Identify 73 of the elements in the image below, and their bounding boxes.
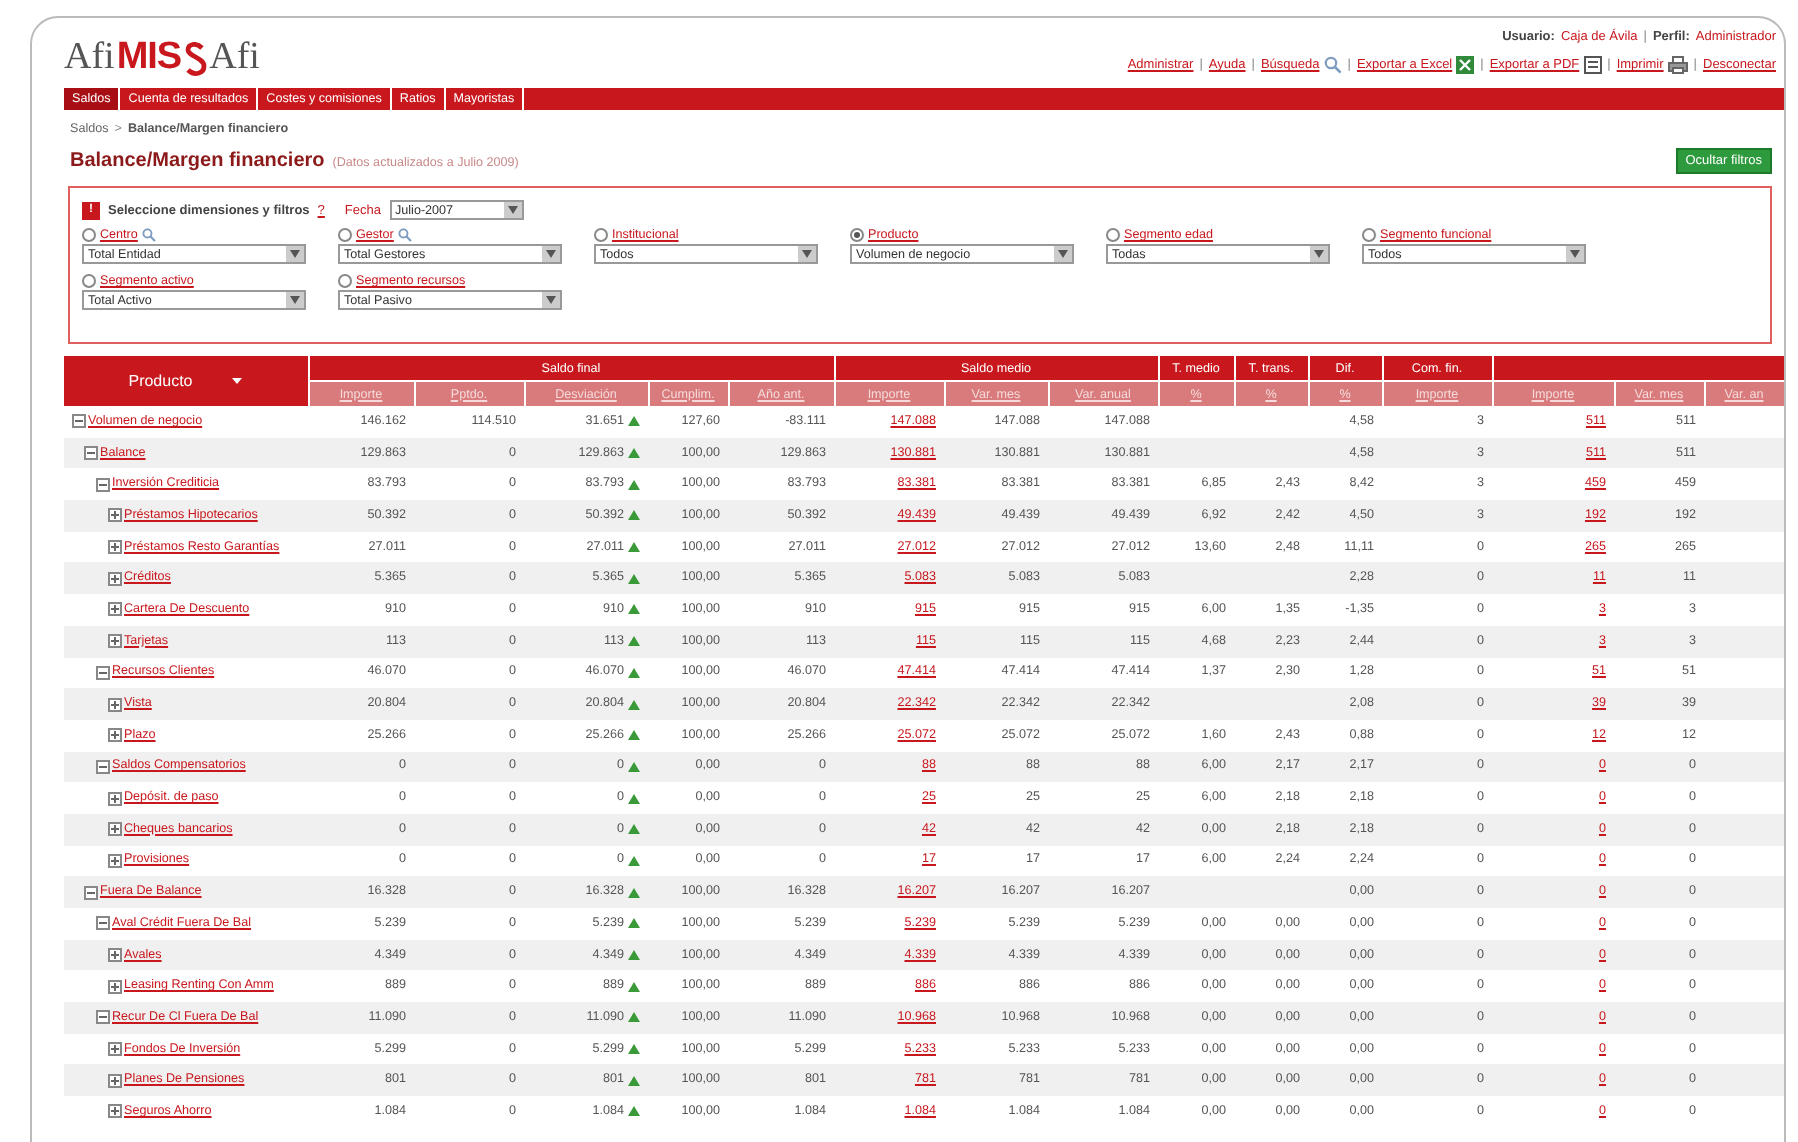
up-triangle-icon [628, 1044, 640, 1055]
radio-button[interactable] [850, 228, 864, 242]
radio-button[interactable] [82, 228, 96, 242]
expand-icon[interactable] [108, 791, 122, 806]
logo: AfiMIS Afi [64, 36, 260, 80]
up-triangle-icon [628, 887, 640, 898]
spreadsheet-icon [1456, 56, 1475, 74]
collapse-icon[interactable] [84, 885, 98, 900]
up-triangle-icon [628, 1075, 640, 1086]
radio-button[interactable] [594, 228, 608, 242]
collapse-icon[interactable] [84, 446, 98, 461]
expand-icon[interactable] [108, 540, 122, 555]
radio-button[interactable] [1362, 228, 1376, 242]
collapse-icon[interactable] [96, 477, 110, 492]
up-triangle-icon [628, 761, 640, 772]
collapse-icon[interactable] [96, 916, 110, 931]
expand-icon[interactable] [108, 728, 122, 743]
radio-button[interactable] [82, 274, 96, 288]
column-header[interactable]: Producto [64, 356, 308, 406]
dropdown-arrow-icon[interactable] [286, 246, 304, 262]
up-triangle-icon [628, 950, 640, 961]
up-triangle-icon [628, 416, 640, 427]
dropdown-arrow-icon[interactable] [1054, 246, 1072, 262]
expand-icon[interactable] [108, 571, 122, 586]
expand-icon[interactable] [108, 1104, 122, 1119]
dropdown-arrow-icon[interactable] [542, 292, 560, 308]
collapse-icon[interactable] [96, 1010, 110, 1025]
caret-icon [232, 378, 243, 384]
search-icon[interactable] [397, 228, 412, 242]
radio-button[interactable] [338, 274, 352, 288]
up-triangle-icon [628, 824, 640, 835]
up-triangle-icon [628, 981, 640, 992]
up-triangle-icon [628, 636, 640, 647]
collapse-icon[interactable] [96, 759, 110, 774]
page-title: Balance/Margen financiero [70, 150, 325, 172]
expand-icon[interactable] [108, 602, 122, 617]
up-triangle-icon [628, 667, 640, 678]
up-triangle-icon [628, 1012, 640, 1023]
up-triangle-icon [628, 918, 640, 929]
expand-icon[interactable] [108, 508, 122, 523]
up-triangle-icon [628, 479, 640, 490]
radio-button[interactable] [1106, 228, 1120, 242]
expand-icon[interactable] [108, 853, 122, 868]
dropdown-arrow-icon[interactable] [798, 246, 816, 262]
collapse-icon[interactable] [96, 665, 110, 680]
dropdown-arrow-icon[interactable] [286, 292, 304, 308]
search-icon [1323, 56, 1342, 74]
dropdown-arrow-icon[interactable] [1566, 246, 1584, 262]
dropdown-arrow-icon[interactable] [542, 246, 560, 262]
up-triangle-icon [628, 604, 640, 615]
up-triangle-icon [628, 542, 640, 553]
dropdown-arrow-icon[interactable] [1310, 246, 1328, 262]
document-icon [1583, 56, 1602, 74]
up-triangle-icon [628, 855, 640, 866]
up-triangle-icon [628, 510, 640, 521]
expand-icon[interactable] [108, 1042, 122, 1057]
up-triangle-icon [628, 730, 640, 741]
printer-icon [1667, 56, 1688, 74]
up-triangle-icon [628, 1106, 640, 1117]
radio-button[interactable] [338, 228, 352, 242]
expand-icon[interactable] [108, 697, 122, 712]
expand-icon[interactable] [108, 948, 122, 963]
dropdown-arrow-icon[interactable] [503, 202, 521, 218]
expand-icon[interactable] [108, 822, 122, 837]
up-triangle-icon [628, 448, 640, 459]
expand-icon[interactable] [108, 1073, 122, 1088]
up-triangle-icon [628, 573, 640, 584]
expand-icon[interactable] [108, 979, 122, 994]
search-icon[interactable] [141, 228, 156, 242]
expand-icon[interactable] [108, 634, 122, 649]
up-triangle-icon [628, 793, 640, 804]
up-triangle-icon [628, 699, 640, 710]
collapse-icon[interactable] [72, 414, 86, 429]
